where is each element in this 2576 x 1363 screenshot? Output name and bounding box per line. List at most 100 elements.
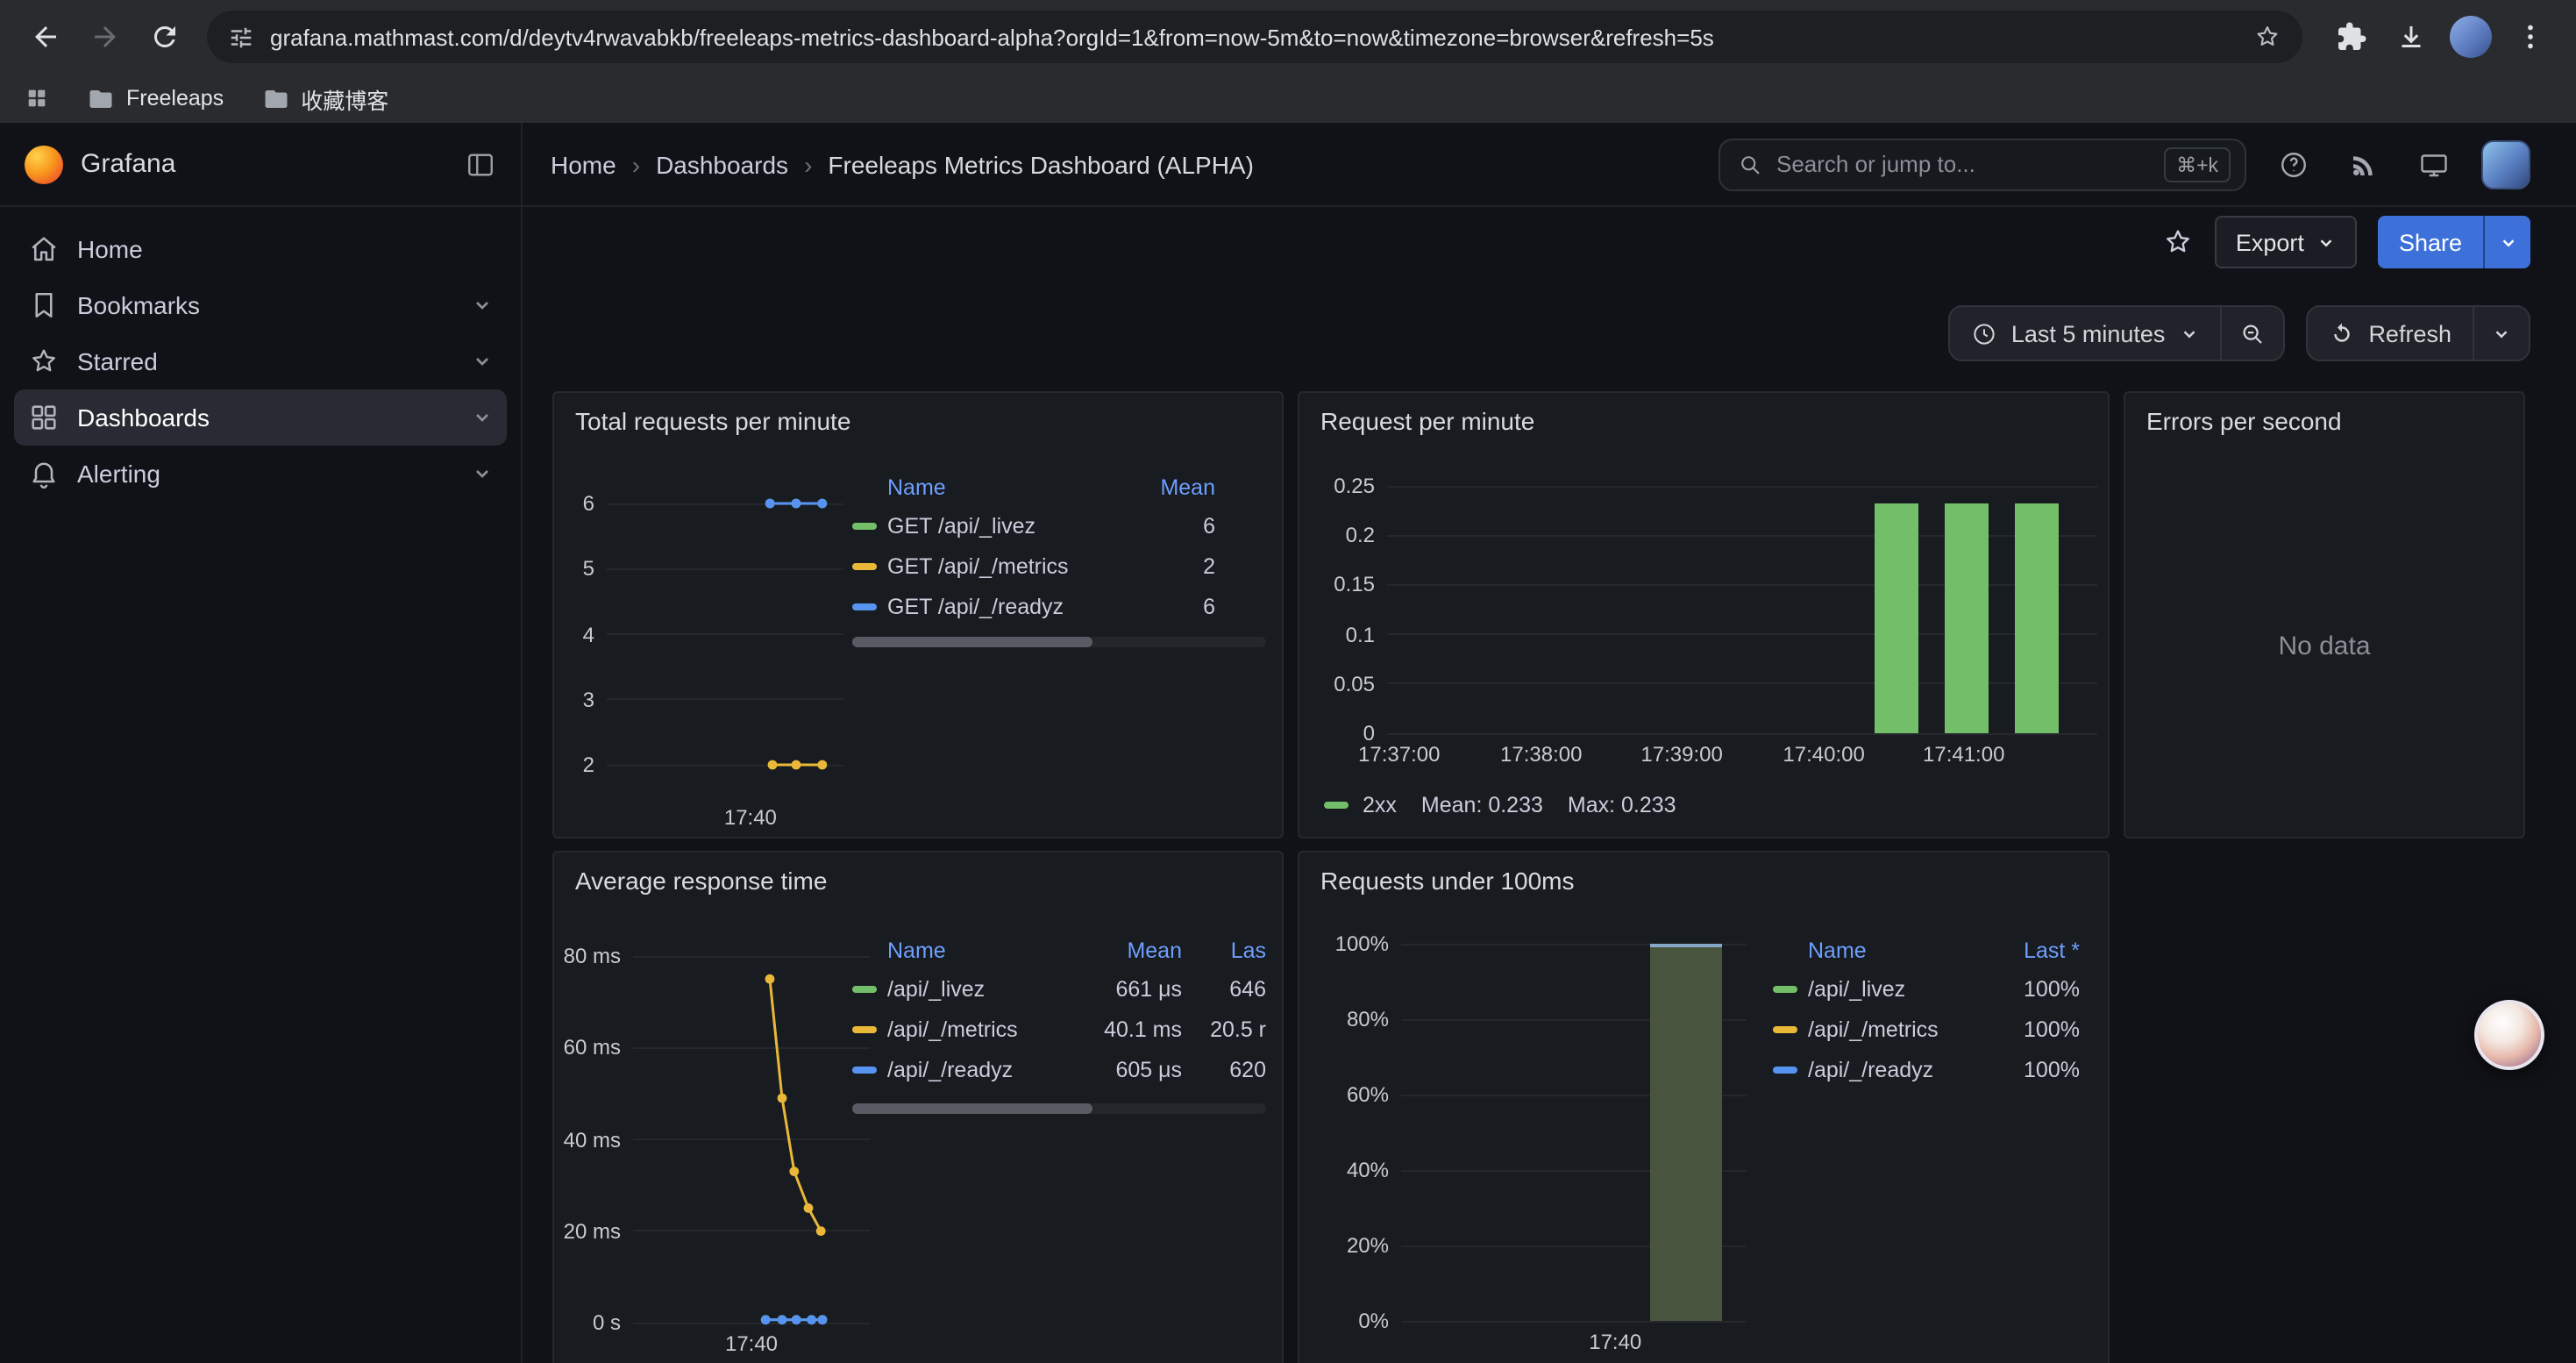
chevron-down-icon[interactable] xyxy=(472,295,493,316)
url-bar[interactable]: grafana.mathmast.com/d/deytv4rwavabkb/fr… xyxy=(207,11,2302,63)
apps-grid-icon[interactable] xyxy=(25,86,49,111)
chevron-down-icon[interactable] xyxy=(472,463,493,484)
plot-area[interactable] xyxy=(1387,472,2097,733)
legend-column-header[interactable]: Mean xyxy=(1124,475,1215,499)
bookmark-star-icon[interactable] xyxy=(2253,23,2281,51)
reload-button[interactable] xyxy=(137,9,193,65)
y-axis-label: 100% xyxy=(1299,931,1389,956)
legend-row[interactable]: GET /api/_livez6 xyxy=(852,505,1215,546)
sidebar-item-alerting[interactable]: Alerting xyxy=(14,446,507,502)
scrollbar-thumb[interactable] xyxy=(852,637,1092,647)
bookmark-folder-blog[interactable]: 收藏博客 xyxy=(262,82,388,115)
series-name[interactable]: /api/_/readyz xyxy=(852,1057,1073,1081)
legend-row[interactable]: GET /api/_/readyz6 xyxy=(852,586,1215,626)
legend-column-header[interactable]: Name xyxy=(852,475,1124,499)
series-name[interactable]: /api/_/readyz xyxy=(1773,1057,1992,1081)
series-name[interactable]: GET /api/_livez xyxy=(852,513,1124,538)
browser-profile-avatar[interactable] xyxy=(2443,9,2499,65)
sidebar-item-dashboards[interactable]: Dashboards xyxy=(14,389,507,446)
legend-scrollbar[interactable] xyxy=(852,637,1266,647)
refresh-interval-dropdown[interactable] xyxy=(2474,307,2529,360)
x-axis-label: 17:39:00 xyxy=(1603,742,1761,767)
legend-column-header[interactable]: Last * xyxy=(1992,938,2080,962)
legend-column-header[interactable]: Mean xyxy=(1073,938,1182,962)
timeseries-chart[interactable]: 6543217:40NameMeanGET /api/_livez6GET /a… xyxy=(554,393,1282,837)
chevron-down-icon[interactable] xyxy=(472,407,493,428)
grafana-logo[interactable] xyxy=(25,145,63,183)
legend-row[interactable]: /api/_livez100% xyxy=(1773,968,2080,1009)
panel-average-response-time: Average response time 80 ms60 ms40 ms20 … xyxy=(552,851,1284,1363)
rss-icon[interactable] xyxy=(2341,141,2387,187)
y-axis-label: 4 xyxy=(554,622,594,646)
legend-row[interactable]: /api/_livez661 μs646 xyxy=(852,968,1266,1009)
plot-area[interactable] xyxy=(607,489,843,796)
y-axis-label: 3 xyxy=(554,688,594,712)
scrollbar-thumb[interactable] xyxy=(852,1103,1092,1114)
breadcrumb-separator: › xyxy=(632,150,640,178)
dock-menu-icon[interactable] xyxy=(465,148,496,180)
search-input[interactable]: Search or jump to... ⌘+k xyxy=(1719,138,2246,190)
clock-icon xyxy=(1971,320,1997,346)
floating-widget-avatar[interactable] xyxy=(2474,1000,2544,1070)
user-profile-avatar[interactable] xyxy=(2481,139,2530,189)
export-button[interactable]: Export xyxy=(2215,216,2357,268)
legend-row[interactable]: /api/_/readyz100% xyxy=(1773,1049,2080,1089)
share-button[interactable]: Share xyxy=(2378,216,2530,268)
breadcrumb-home[interactable]: Home xyxy=(551,150,616,178)
refresh-button[interactable]: Refresh xyxy=(2307,307,2473,360)
legend-row[interactable]: GET /api/_/metrics2 xyxy=(852,546,1215,586)
bar xyxy=(1650,944,1723,1321)
series-name[interactable]: GET /api/_/readyz xyxy=(852,594,1124,618)
legend-column-header[interactable]: Name xyxy=(1773,938,1992,962)
legend-row[interactable]: /api/_/metrics40.1 ms20.5 r xyxy=(852,1009,1266,1049)
series-name[interactable]: /api/_/metrics xyxy=(852,1017,1073,1041)
plot-area[interactable] xyxy=(1401,931,1747,1321)
browser-toolbar: grafana.mathmast.com/d/deytv4rwavabkb/fr… xyxy=(0,0,2576,74)
series-dash xyxy=(852,562,877,569)
time-controls: Last 5 minutes Refresh xyxy=(1948,305,2530,361)
timeseries-chart[interactable]: 80 ms60 ms40 ms20 ms0 s17:40NameMeanLas/… xyxy=(554,853,1282,1363)
legend-row[interactable]: /api/_/readyz605 μs620 xyxy=(852,1049,1266,1089)
series-name[interactable]: 2xx xyxy=(1363,793,1397,817)
breadcrumb-current: Freeleaps Metrics Dashboard (ALPHA) xyxy=(828,150,1254,178)
series-value: 100% xyxy=(1992,1017,2080,1041)
bell-icon xyxy=(28,458,60,489)
site-info-icon[interactable] xyxy=(228,24,254,50)
sidebar-item-bookmarks[interactable]: Bookmarks xyxy=(14,277,507,333)
legend-scrollbar[interactable] xyxy=(852,1103,1266,1114)
chevron-down-icon[interactable] xyxy=(472,351,493,372)
series-name[interactable]: /api/_livez xyxy=(1773,976,1992,1001)
sidebar-item-home[interactable]: Home xyxy=(14,221,507,277)
legend-mean: Mean: 0.233 xyxy=(1421,793,1543,817)
legend-row[interactable]: /api/_/metrics100% xyxy=(1773,1009,2080,1049)
series-name[interactable]: GET /api/_/metrics xyxy=(852,553,1124,578)
downloads-icon[interactable] xyxy=(2383,9,2439,65)
series-name[interactable]: /api/_/metrics xyxy=(1773,1017,1992,1041)
legend-column-header[interactable]: Las xyxy=(1182,938,1266,962)
breadcrumb-dashboards[interactable]: Dashboards xyxy=(656,150,788,178)
series-lines xyxy=(633,940,870,1323)
legend-header-row: NameLast * xyxy=(1773,931,2080,968)
back-button[interactable] xyxy=(18,9,74,65)
share-dropdown-icon[interactable] xyxy=(2485,216,2530,268)
extensions-icon[interactable] xyxy=(2323,9,2380,65)
zoom-out-icon[interactable] xyxy=(2221,307,2282,360)
bar-chart[interactable]: 0.250.20.150.10.05017:37:0017:38:0017:39… xyxy=(1299,393,2108,837)
bar-chart[interactable]: 100%80%60%40%20%0%17:40NameLast */api/_l… xyxy=(1299,853,2108,1363)
panel-request-per-minute: Request per minute 0.250.20.150.10.05017… xyxy=(1298,391,2110,838)
help-icon[interactable] xyxy=(2271,141,2316,187)
series-dash xyxy=(852,985,877,992)
bookmark-folder-freeleaps[interactable]: Freeleaps xyxy=(88,85,224,111)
favorite-star-icon[interactable] xyxy=(2162,226,2194,258)
browser-menu-icon[interactable] xyxy=(2502,9,2558,65)
time-range-picker[interactable]: Last 5 minutes xyxy=(1950,307,2220,360)
forward-button[interactable] xyxy=(77,9,133,65)
plot-area[interactable] xyxy=(633,940,870,1323)
sidebar-item-starred[interactable]: Starred xyxy=(14,333,507,389)
share-label[interactable]: Share xyxy=(2378,216,2485,268)
series-value: 100% xyxy=(1992,1057,2080,1081)
series-name[interactable]: /api/_livez xyxy=(852,976,1073,1001)
series-dash xyxy=(1324,802,1348,809)
monitor-icon[interactable] xyxy=(2411,141,2457,187)
legend-column-header[interactable]: Name xyxy=(852,938,1073,962)
